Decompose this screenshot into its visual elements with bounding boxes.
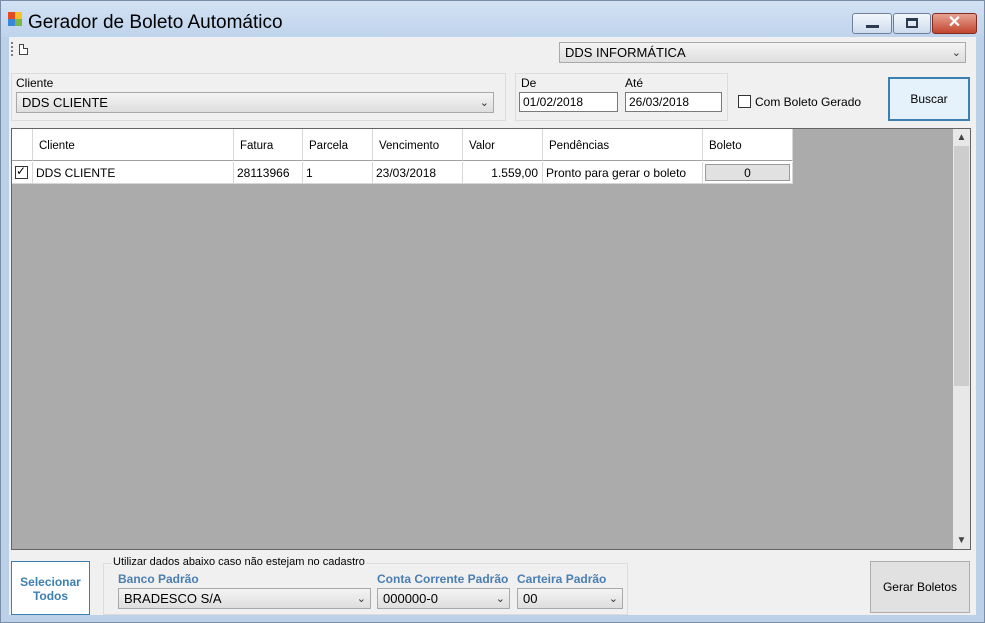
defaults-caption: Utilizar dados abaixo caso não estejam n…: [112, 556, 366, 568]
checkbox-checked-icon[interactable]: [15, 164, 28, 179]
conta-select-value: 000000-0: [383, 591, 438, 606]
scroll-down-icon[interactable]: ▼: [953, 532, 970, 549]
grid-header: Cliente Fatura Parcela Vencimento Valor …: [12, 129, 793, 162]
invoice-grid[interactable]: Cliente Fatura Parcela Vencimento Valor …: [11, 128, 971, 550]
title-bar[interactable]: Gerador de Boleto Automático ✕: [1, 1, 984, 37]
cell-vencimento[interactable]: 23/03/2018: [373, 162, 463, 184]
carteira-label: Carteira Padrão: [517, 572, 607, 586]
chevron-down-icon: ⌄: [479, 97, 489, 109]
cell-parcela[interactable]: 1: [303, 162, 373, 184]
vertical-scrollbar[interactable]: ▲ ▼: [953, 129, 970, 549]
date-to-label: Até: [625, 76, 644, 90]
boleto-button[interactable]: 0: [705, 164, 790, 181]
cell-boleto: 0: [703, 162, 793, 184]
scroll-thumb[interactable]: [954, 146, 969, 386]
date-from-label: De: [521, 76, 537, 90]
chevron-down-icon: ⌄: [356, 593, 366, 605]
col-header-pendencias[interactable]: Pendências: [543, 129, 703, 161]
com-boleto-label: Com Boleto Gerado: [755, 95, 862, 109]
minimize-button[interactable]: [852, 13, 892, 34]
grid-corner-header: [12, 129, 33, 161]
cell-pendencias[interactable]: Pronto para gerar o boleto: [543, 162, 703, 184]
carteira-select[interactable]: 00 ⌄: [517, 588, 623, 609]
chevron-down-icon: ⌄: [608, 593, 618, 605]
company-select[interactable]: DDS INFORMÁTICA ⌄: [559, 42, 966, 63]
cell-fatura[interactable]: 28113966: [234, 162, 303, 184]
banco-label: Banco Padrão: [118, 572, 199, 586]
com-boleto-checkbox[interactable]: [738, 95, 751, 108]
cell-cliente[interactable]: DDS CLIENTE: [33, 162, 234, 184]
toolstrip-grip[interactable]: [11, 42, 15, 56]
client-select-value: DDS CLIENTE: [22, 95, 108, 110]
col-header-parcela[interactable]: Parcela: [303, 129, 373, 161]
client-area: DDS INFORMÁTICA ⌄ Cliente DDS CLIENTE ⌄ …: [9, 37, 976, 615]
cell-valor[interactable]: 1.559,00: [463, 162, 543, 184]
col-header-vencimento[interactable]: Vencimento: [373, 129, 463, 161]
col-header-cliente[interactable]: Cliente: [33, 129, 234, 161]
conta-label: Conta Corrente Padrão: [377, 572, 509, 586]
generate-boletos-button[interactable]: Gerar Boletos: [870, 561, 970, 613]
table-row[interactable]: DDS CLIENTE 28113966 1 23/03/2018 1.559,…: [12, 162, 793, 184]
minimize-icon: [866, 25, 879, 28]
window-title: Gerador de Boleto Automático: [28, 12, 283, 33]
scroll-up-icon[interactable]: ▲: [953, 129, 970, 146]
close-icon: ✕: [947, 14, 962, 31]
client-select[interactable]: DDS CLIENTE ⌄: [16, 92, 494, 113]
col-header-boleto[interactable]: Boleto: [703, 129, 793, 161]
banco-select-value: BRADESCO S/A: [124, 591, 222, 606]
client-label: Cliente: [16, 76, 54, 90]
banco-select[interactable]: BRADESCO S/A ⌄: [118, 588, 371, 609]
select-all-button[interactable]: Selecionar Todos: [11, 561, 90, 615]
chevron-down-icon: ⌄: [951, 47, 961, 59]
date-to-field[interactable]: 26/03/2018: [625, 92, 722, 112]
new-document-icon[interactable]: [19, 44, 28, 55]
row-select-cell[interactable]: [12, 162, 33, 184]
col-header-valor[interactable]: Valor: [463, 129, 543, 161]
col-header-fatura[interactable]: Fatura: [234, 129, 303, 161]
app-icon[interactable]: [8, 12, 22, 26]
chevron-down-icon: ⌄: [495, 593, 505, 605]
main-window: Gerador de Boleto Automático ✕ DDS INFOR…: [0, 0, 985, 623]
company-select-value: DDS INFORMÁTICA: [565, 45, 686, 60]
maximize-icon: [906, 18, 918, 28]
close-button[interactable]: ✕: [932, 13, 977, 34]
maximize-button[interactable]: [893, 13, 931, 34]
conta-select[interactable]: 000000-0 ⌄: [377, 588, 510, 609]
carteira-select-value: 00: [523, 591, 538, 606]
search-button[interactable]: Buscar: [888, 77, 970, 121]
date-from-field[interactable]: 01/02/2018: [519, 92, 618, 112]
